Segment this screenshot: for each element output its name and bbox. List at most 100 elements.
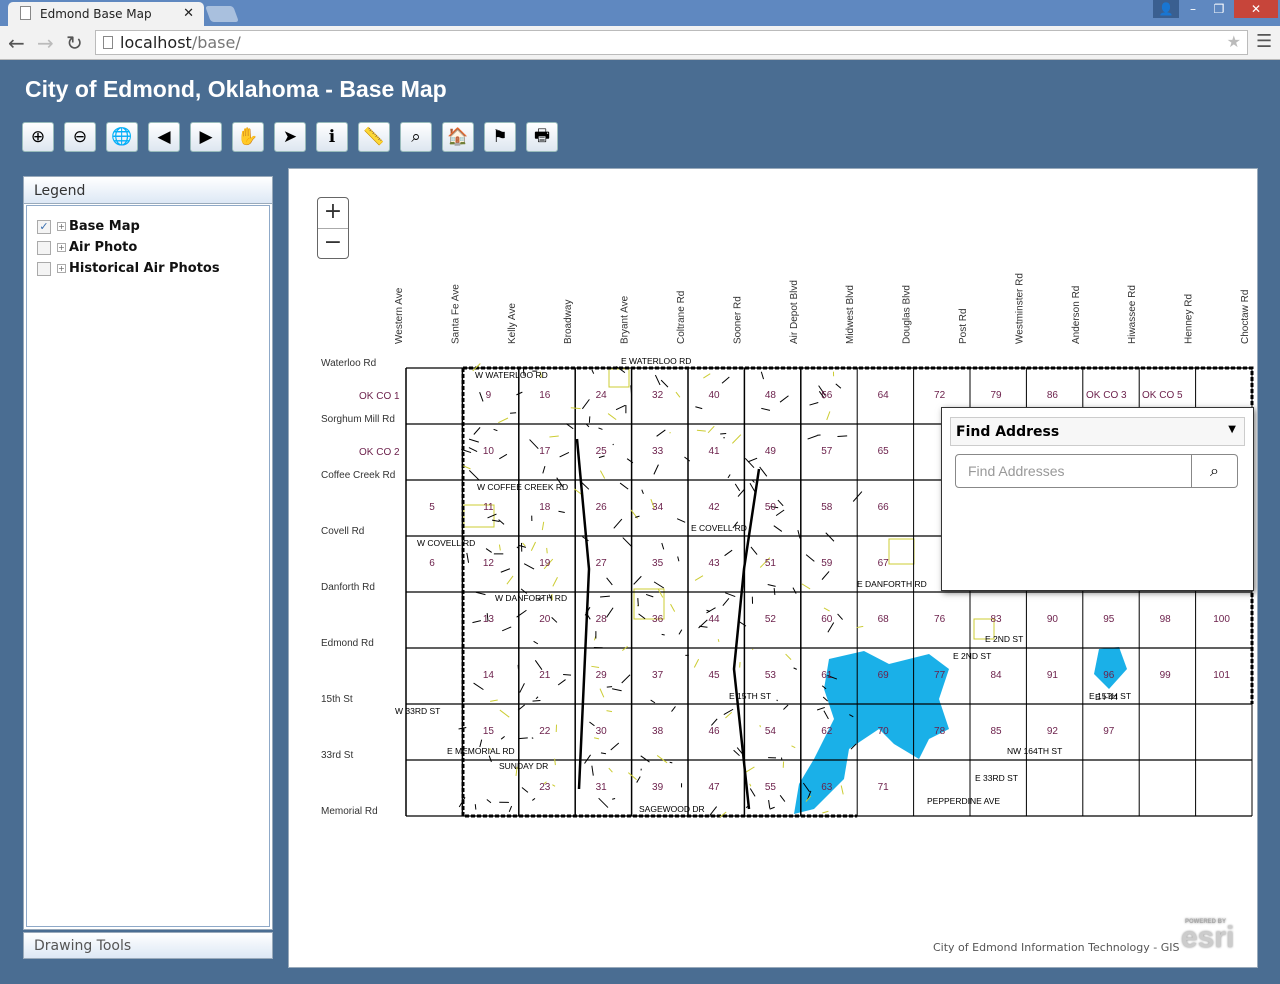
- zoom-in-button[interactable]: +: [318, 198, 348, 229]
- street: [486, 799, 492, 804]
- street: [591, 665, 600, 668]
- street: [657, 588, 664, 598]
- search-button[interactable]: ⌕: [1192, 454, 1238, 488]
- caret-down-icon: ▼: [1228, 424, 1236, 435]
- ns-street-label: Air Depot Blvd: [789, 280, 800, 344]
- street: [731, 434, 742, 444]
- full-extent-button[interactable]: 🌐: [106, 122, 138, 152]
- street: [633, 575, 642, 585]
- street: [684, 456, 691, 462]
- street: [725, 592, 736, 598]
- next-extent-button[interactable]: ▶: [190, 122, 222, 152]
- previous-extent-icon: ◀: [157, 127, 171, 147]
- street: [522, 542, 526, 547]
- section-number: 28: [596, 614, 608, 625]
- section-number: 20: [539, 614, 551, 625]
- expand-icon[interactable]: +: [57, 222, 66, 231]
- layer-checkbox[interactable]: [37, 240, 51, 255]
- street: [518, 737, 528, 740]
- pan-button[interactable]: ✋: [232, 122, 264, 152]
- full-extent-icon: 🌐: [111, 127, 133, 147]
- ns-street-label: Sooner Rd: [732, 296, 743, 344]
- street: [733, 749, 740, 757]
- street: [653, 464, 659, 475]
- section-number: 37: [652, 670, 664, 681]
- layer-checkbox[interactable]: ✓: [37, 219, 51, 234]
- street: [645, 593, 654, 598]
- bookmark-star-icon[interactable]: ★: [1227, 32, 1241, 51]
- section-number: 92: [1047, 726, 1059, 737]
- ew-street-label: Coffee Creek Rd: [321, 470, 395, 481]
- minimize-button[interactable]: –: [1180, 0, 1206, 18]
- street: [837, 613, 843, 620]
- expand-icon[interactable]: +: [57, 264, 66, 273]
- zoom-out-button[interactable]: ⊖: [64, 122, 96, 152]
- print-button[interactable]: 🖶: [526, 122, 558, 152]
- legend-header[interactable]: Legend: [24, 177, 272, 204]
- street: [792, 587, 797, 594]
- select-button[interactable]: ➤: [274, 122, 306, 152]
- street: [656, 755, 668, 764]
- zoom-in-button[interactable]: ⊕: [22, 122, 54, 152]
- section-number: 14: [483, 670, 495, 681]
- street: [584, 754, 591, 764]
- reload-icon[interactable]: ↻: [66, 31, 83, 55]
- street: [473, 427, 481, 435]
- street: [773, 588, 776, 595]
- section-number: 65: [878, 446, 890, 457]
- section-number: 10: [483, 446, 495, 457]
- close-window-button[interactable]: ✕: [1234, 0, 1278, 18]
- ns-street-label: Choctaw Rd: [1240, 290, 1251, 344]
- find-address-title: Find Address: [956, 424, 1060, 440]
- county-label: OK CO 1: [359, 391, 400, 402]
- url-input[interactable]: localhost/base/ ★: [95, 30, 1248, 55]
- forward-icon[interactable]: →: [37, 31, 54, 55]
- measure-button[interactable]: 📏: [358, 122, 390, 152]
- layer-checkbox[interactable]: [37, 261, 51, 276]
- street: [599, 470, 606, 479]
- previous-extent-button[interactable]: ◀: [148, 122, 180, 152]
- street: [767, 584, 776, 587]
- zoom-out-button[interactable]: −: [318, 229, 348, 260]
- street: [519, 683, 525, 693]
- drawing-tools-header[interactable]: Drawing Tools: [23, 932, 273, 959]
- legend-layer: + Air Photo: [37, 237, 259, 258]
- street: [670, 603, 676, 612]
- street: [506, 575, 514, 585]
- street: [591, 369, 595, 374]
- street: [468, 470, 480, 481]
- section-number: 31: [596, 782, 608, 793]
- map-view[interactable]: Western Ave Santa Fe Ave Kelly Ave Broadway…: [288, 168, 1258, 968]
- page-title: City of Edmond, Oklahoma - Base Map: [25, 76, 447, 102]
- route-button[interactable]: ⚑: [484, 122, 516, 152]
- street: [747, 457, 758, 463]
- street: [619, 482, 629, 490]
- street: [805, 554, 815, 562]
- section-number: 61: [821, 670, 833, 681]
- lake: [794, 651, 949, 814]
- street: [807, 435, 818, 440]
- expand-icon[interactable]: +: [57, 243, 66, 252]
- street: [777, 499, 784, 507]
- section-number: 95: [1103, 614, 1115, 625]
- find-button[interactable]: ⌕: [400, 122, 432, 152]
- back-icon[interactable]: ←: [8, 31, 25, 55]
- section-number: 19: [539, 558, 551, 569]
- close-tab-icon[interactable]: ✕: [183, 6, 194, 21]
- address-locate-button[interactable]: 🏠: [442, 122, 474, 152]
- street: [759, 466, 768, 477]
- street: [722, 597, 730, 606]
- page-icon: [20, 6, 31, 20]
- find-address-input[interactable]: Find Addresses: [955, 454, 1192, 488]
- maximize-button[interactable]: ❐: [1206, 0, 1232, 18]
- user-icon[interactable]: 👤: [1153, 0, 1179, 18]
- menu-icon[interactable]: ☰: [1256, 31, 1272, 52]
- zoom-in-icon: ⊕: [30, 127, 46, 147]
- identify-button[interactable]: ℹ: [316, 122, 348, 152]
- new-tab-button[interactable]: [205, 6, 239, 22]
- esri-logo[interactable]: POWERED BY esri: [1181, 919, 1234, 955]
- street: [502, 626, 512, 632]
- browser-tab[interactable]: Edmond Base Map ✕: [8, 2, 204, 26]
- find-address-dropdown[interactable]: Find Address ▼: [950, 417, 1245, 446]
- street-label: W WATERLOO RD: [475, 370, 548, 380]
